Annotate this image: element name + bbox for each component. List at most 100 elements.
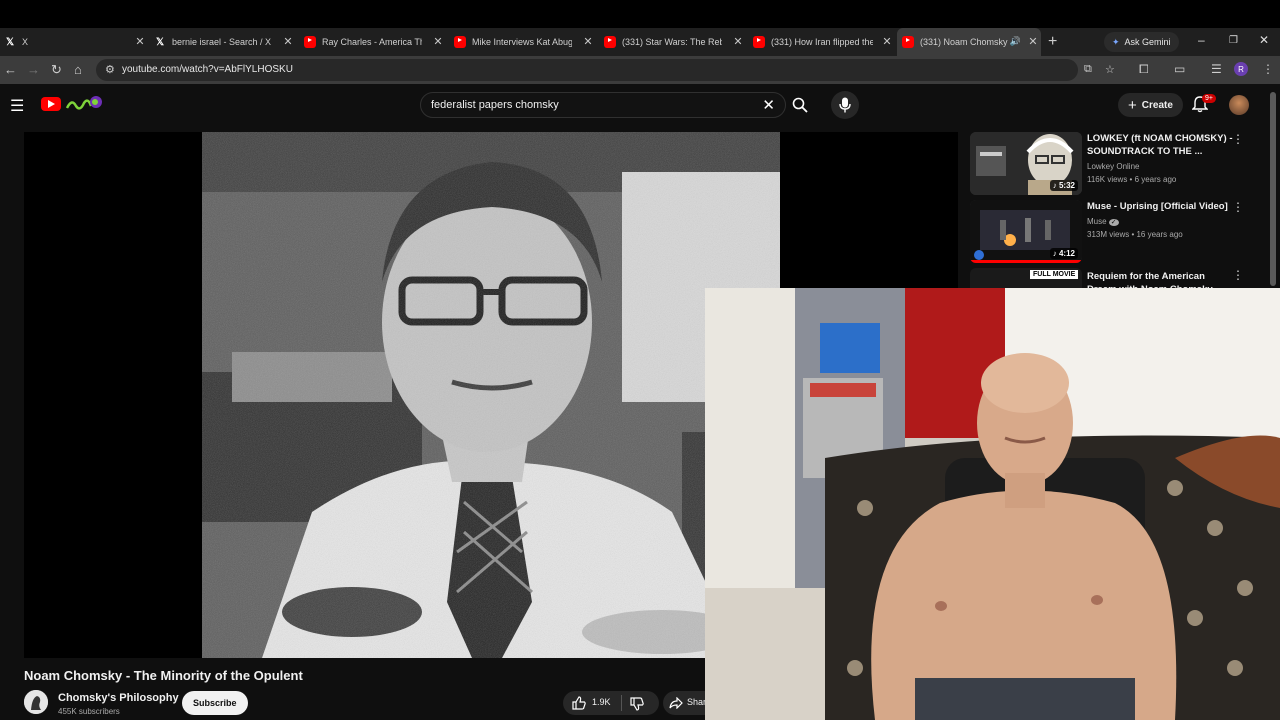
- search-query-text: federalist papers chomsky: [431, 99, 559, 111]
- youtube-doodle-icon[interactable]: [64, 94, 104, 114]
- reading-list-icon[interactable]: ☰: [1211, 62, 1222, 76]
- video-duration: ♪ 5:32: [1049, 180, 1078, 191]
- notification-count-badge: 9+: [1202, 94, 1216, 103]
- recommendation-channel[interactable]: Muse ✓: [1087, 217, 1119, 226]
- new-tab-button[interactable]: +: [1048, 33, 1057, 51]
- youtube-icon: [454, 36, 466, 48]
- tab-close-icon[interactable]: ✕: [282, 35, 294, 48]
- more-actions-icon[interactable]: ⋮: [1232, 268, 1244, 282]
- bookmark-star-icon[interactable]: ☆: [1105, 63, 1115, 76]
- ask-gemini-button[interactable]: ✦ Ask Gemini: [1104, 32, 1179, 52]
- profile-avatar[interactable]: R: [1234, 62, 1248, 76]
- youtube-icon: [753, 36, 765, 48]
- home-icon[interactable]: ⌂: [74, 62, 82, 77]
- more-actions-icon[interactable]: ⋮: [1232, 132, 1244, 146]
- tab-bernie-israel[interactable]: 𝕏 bernie israel - Search / X ✕: [154, 28, 296, 56]
- voice-search-button[interactable]: [831, 91, 859, 119]
- youtube-icon: [604, 36, 616, 48]
- tab-close-icon[interactable]: ✕: [732, 35, 744, 48]
- share-button[interactable]: Share: [663, 691, 705, 715]
- gemini-label: Ask Gemini: [1124, 37, 1171, 47]
- browser-menu-icon[interactable]: ⋮: [1262, 62, 1274, 76]
- webcam-overlay: [705, 288, 1280, 720]
- tab-star-wars[interactable]: (331) Star Wars: The Rebel A ✕: [604, 28, 746, 56]
- recommendation-item[interactable]: ♪ 4:12 Muse - Uprising [Official Video] …: [970, 200, 1260, 264]
- like-divider: [621, 695, 622, 711]
- tab-label: Mike Interviews Kat Abugha: [472, 37, 572, 47]
- page-scrollbar[interactable]: [1270, 92, 1276, 286]
- tab-mike-interviews[interactable]: Mike Interviews Kat Abugha ✕: [454, 28, 596, 56]
- search-button[interactable]: [786, 92, 814, 118]
- create-button[interactable]: + Create: [1118, 93, 1183, 117]
- address-bar[interactable]: ⚙ youtube.com/watch?v=AbFlYLHOSKU ⧉ ☆: [96, 59, 1115, 81]
- recommendation-item[interactable]: ♪ 5:32 LOWKEY (ft NOAM CHOMSKY) - SOUNDT…: [970, 132, 1260, 196]
- screen-top-strip: [0, 0, 1280, 28]
- youtube-icon: [304, 36, 316, 48]
- x-logo-icon: 𝕏: [155, 36, 165, 48]
- reload-icon[interactable]: ↻: [51, 62, 62, 78]
- tab-label: (331) How Iran flipped the e: [771, 37, 873, 47]
- channel-name[interactable]: Chomsky's Philosophy: [58, 692, 179, 704]
- tab-close-icon[interactable]: ✕: [134, 35, 146, 48]
- search-input[interactable]: federalist papers chomsky ✕: [420, 92, 786, 118]
- channel-name-text: Muse: [1087, 217, 1107, 226]
- more-actions-icon[interactable]: ⋮: [1232, 200, 1244, 214]
- share-arrow-icon: [669, 697, 683, 709]
- site-info-icon[interactable]: ⚙: [105, 63, 115, 76]
- microphone-icon: [839, 97, 851, 113]
- tab-label: (331) Noam Chomsky - T: [920, 37, 1010, 47]
- video-thumbnail[interactable]: FULL MOVIE: [970, 268, 1082, 288]
- url-text: youtube.com/watch?v=AbFlYLHOSKU: [122, 64, 293, 75]
- split-view-icon[interactable]: ▭: [1174, 62, 1185, 76]
- tab-noam-chomsky[interactable]: (331) Noam Chomsky - T 🔊 ✕: [897, 28, 1041, 56]
- recommendation-title[interactable]: Muse - Uprising [Official Video]: [1087, 200, 1237, 213]
- search-icon: [792, 97, 808, 113]
- clear-search-icon[interactable]: ✕: [762, 96, 775, 114]
- video-thumbnail[interactable]: ♪ 5:32: [970, 132, 1082, 195]
- video-duration: ♪ 4:12: [1049, 248, 1078, 259]
- like-dislike-bar: 1.9K: [563, 691, 659, 715]
- minimize-icon[interactable]: –: [1198, 33, 1205, 47]
- thumbs-up-icon[interactable]: [572, 696, 586, 710]
- recommendation-meta: 116K views • 6 years ago: [1087, 175, 1177, 184]
- youtube-header: ☰ federalist papers chomsky ✕ + Create 9…: [0, 84, 1280, 126]
- restore-icon[interactable]: ❐: [1229, 35, 1238, 46]
- browser-toolbar: ← → ↻ ⌂ ⚙ youtube.com/watch?v=AbFlYLHOSK…: [0, 56, 1280, 84]
- tab-label: bernie israel - Search / X: [172, 37, 272, 47]
- recommendation-title[interactable]: LOWKEY (ft NOAM CHOMSKY) - SOUNDTRACK TO…: [1087, 132, 1237, 158]
- speaker-icon[interactable]: 🔊: [1010, 36, 1021, 47]
- tab-close-icon[interactable]: ✕: [432, 35, 444, 48]
- recommendation-item[interactable]: FULL MOVIE Requiem for the American Drea…: [970, 268, 1260, 288]
- recommendation-channel[interactable]: Lowkey Online: [1087, 162, 1139, 171]
- video-title: Noam Chomsky - The Minority of the Opule…: [24, 668, 303, 683]
- share-label: Share: [687, 697, 705, 707]
- tab-x[interactable]: 𝕏 X ✕: [4, 28, 148, 56]
- tab-ray-charles[interactable]: Ray Charles - America The B ✕: [304, 28, 446, 56]
- install-app-icon[interactable]: ⧉: [1084, 63, 1092, 76]
- extensions-icon[interactable]: ⧠: [1139, 62, 1149, 77]
- tab-label: (331) Star Wars: The Rebel A: [622, 37, 722, 47]
- channel-avatar[interactable]: [24, 690, 48, 714]
- subscribe-button[interactable]: Subscribe: [182, 691, 248, 715]
- window-close-icon[interactable]: ✕: [1259, 33, 1269, 47]
- gemini-star-icon: ✦: [1112, 36, 1120, 47]
- tab-iran[interactable]: (331) How Iran flipped the e ✕: [753, 28, 895, 56]
- duration-text: 4:12: [1058, 249, 1075, 258]
- create-label: Create: [1141, 99, 1173, 111]
- hamburger-menu-icon[interactable]: ☰: [10, 96, 24, 116]
- duration-text: 5:32: [1058, 181, 1075, 190]
- recommendation-title[interactable]: Requiem for the American Dream with Noam…: [1087, 270, 1237, 288]
- forward-arrow-icon[interactable]: →: [27, 62, 40, 77]
- like-count: 1.9K: [592, 697, 611, 707]
- plus-icon: +: [1128, 96, 1137, 114]
- tab-label: X: [22, 37, 29, 47]
- tab-close-icon[interactable]: ✕: [881, 35, 893, 48]
- recommendation-meta: 313M views • 16 years ago: [1087, 230, 1183, 239]
- tab-close-icon[interactable]: ✕: [582, 35, 594, 48]
- video-thumbnail[interactable]: ♪ 4:12: [970, 200, 1082, 263]
- youtube-logo[interactable]: [41, 97, 61, 111]
- thumbs-down-icon[interactable]: [630, 697, 644, 711]
- tab-close-icon[interactable]: ✕: [1027, 35, 1039, 48]
- back-arrow-icon[interactable]: ←: [4, 62, 17, 77]
- account-avatar[interactable]: [1229, 95, 1249, 115]
